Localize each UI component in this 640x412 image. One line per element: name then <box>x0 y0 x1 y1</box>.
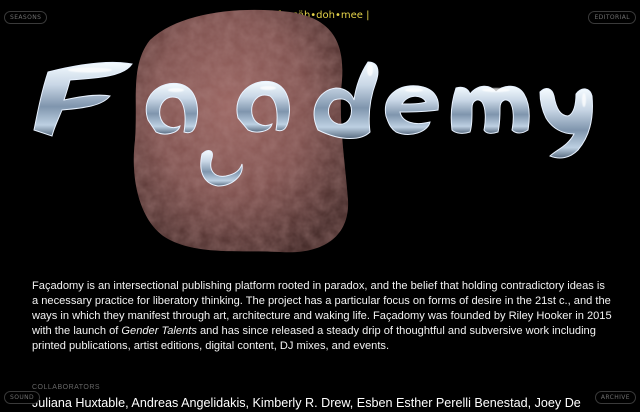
gender-talents-title: Gender Talents <box>121 325 197 338</box>
hero-artwork <box>33 9 593 253</box>
collaborators-list: Juliana Huxtable, Andreas Angelidakis, K… <box>32 396 581 410</box>
collaborators-heading: COLLABORATORS <box>32 384 101 391</box>
archive-button[interactable]: ARCHIVE <box>594 391 636 404</box>
intro-paragraph: Façadomy is an intersectional publishing… <box>32 279 612 354</box>
sound-button[interactable]: SOUND <box>4 391 41 404</box>
